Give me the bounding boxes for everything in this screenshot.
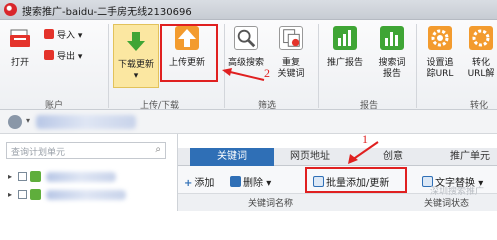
tab-promo-unit[interactable]: 推广单元: [440, 148, 497, 166]
open-button[interactable]: 打开: [6, 26, 34, 69]
expand-arrow-icon[interactable]: ▸: [8, 190, 15, 199]
divider: [318, 24, 319, 108]
search-icon[interactable]: ⌕: [155, 144, 161, 155]
duplicate-icon: [279, 26, 303, 50]
divider: [224, 24, 225, 108]
campaign-search-placeholder: 查询计划单元: [11, 148, 66, 158]
tree-checkbox[interactable]: [18, 172, 27, 181]
highlight-box-batch-add: [305, 167, 407, 193]
add-button[interactable]: + 添加: [184, 174, 214, 189]
account-bar: ▾: [0, 110, 497, 134]
chevron-down-icon: ▾: [26, 116, 31, 125]
column-keyword-name: 关键词名称: [248, 199, 294, 209]
campaign-icon: [30, 171, 41, 182]
add-label: 添加: [194, 178, 215, 189]
download-arrow-icon: [124, 30, 148, 54]
campaign-tree-panel: 查询计划单元 ⌕ ▸ ▸: [0, 134, 178, 211]
open-folder-icon: [8, 26, 32, 50]
duplicate-label-1: 重复: [281, 58, 300, 68]
tree-row[interactable]: ▸: [8, 188, 173, 202]
delete-button[interactable]: 删除 ▾: [230, 174, 271, 189]
promo-report-label: 推广报告: [326, 58, 363, 68]
expand-arrow-icon[interactable]: ▸: [8, 172, 15, 181]
tab-keywords[interactable]: 关键词: [190, 148, 274, 166]
avatar: [8, 115, 22, 129]
tab-web-address[interactable]: 网页地址: [278, 148, 342, 166]
campaign-search-input[interactable]: 查询计划单元 ⌕: [6, 142, 166, 159]
import-button[interactable]: 导入 ▾: [44, 28, 82, 41]
promo-report-button[interactable]: 推广报告: [322, 26, 368, 69]
annotation-arrow-2: [222, 68, 265, 81]
redacted-campaign-name: [46, 172, 116, 182]
export-icon: [44, 50, 54, 60]
app-logo-icon: [4, 3, 17, 16]
watermark: 深圳搜索推广: [430, 187, 485, 197]
highlight-box-upload: [160, 24, 218, 82]
report-icon: [380, 26, 404, 50]
open-button-label: 打开: [10, 58, 29, 68]
plus-icon: +: [184, 178, 193, 189]
gear-icon: [428, 26, 452, 50]
export-label: 导出: [57, 52, 76, 62]
export-button[interactable]: 导出 ▾: [44, 49, 82, 62]
download-update-label: 下载更新: [117, 60, 154, 70]
advanced-search-button[interactable]: 高级搜索: [228, 26, 264, 69]
detail-tabs: 关键词 网页地址 创意 推广单元: [178, 148, 497, 166]
tracking-label-2: 踪URL: [426, 69, 454, 79]
convert-label-2: URL解: [467, 69, 495, 79]
convert-label-1: 转化: [471, 58, 490, 68]
convert-gear-icon: [469, 26, 493, 50]
tracking-label-1: 设置追: [426, 58, 454, 68]
divider: [108, 24, 109, 108]
trash-icon: [230, 176, 241, 187]
search-report-label-1: 搜索词: [378, 58, 406, 68]
annotation-arrow-1: [348, 141, 379, 164]
redacted-campaign-name: [46, 190, 126, 200]
set-tracking-url-button[interactable]: 设置追 踪URL: [420, 26, 460, 80]
window-title: 搜索推广-baidu-二手房无线2130696: [22, 7, 192, 18]
ribbon-toolbar: 打开 导入 ▾ 导出 ▾ 账户 下载更新 ▾ 上传更新 上传/下载 高级搜索 重…: [0, 20, 497, 111]
search-report-label-2: 报告: [382, 69, 401, 79]
download-update-button[interactable]: 下载更新 ▾: [113, 24, 159, 88]
import-label: 导入: [57, 31, 76, 41]
duplicate-keyword-button[interactable]: 重复 关键词: [272, 26, 310, 80]
magnifier-icon: [234, 26, 258, 50]
campaign-icon: [30, 189, 41, 200]
tree-row[interactable]: ▸: [8, 170, 173, 184]
duplicate-label-2: 关键词: [277, 69, 305, 79]
import-icon: [44, 29, 54, 39]
convert-url-button[interactable]: 转化 URL解: [464, 26, 497, 80]
redacted-account-name: [36, 115, 136, 129]
tree-checkbox[interactable]: [18, 190, 27, 199]
chevron-down-icon: ▾: [77, 31, 83, 41]
chevron-down-icon: ▾: [77, 52, 83, 62]
column-keyword-status: 关键词状态: [424, 199, 470, 209]
divider: [416, 24, 417, 108]
chevron-down-icon: ▾: [133, 71, 139, 81]
delete-label: 删除: [243, 178, 263, 189]
chevron-down-icon: ▾: [266, 178, 272, 189]
title-bar: 搜索推广-baidu-二手房无线2130696: [0, 0, 497, 20]
search-term-report-button[interactable]: 搜索词 报告: [372, 26, 412, 80]
bar-chart-icon: [333, 26, 357, 50]
